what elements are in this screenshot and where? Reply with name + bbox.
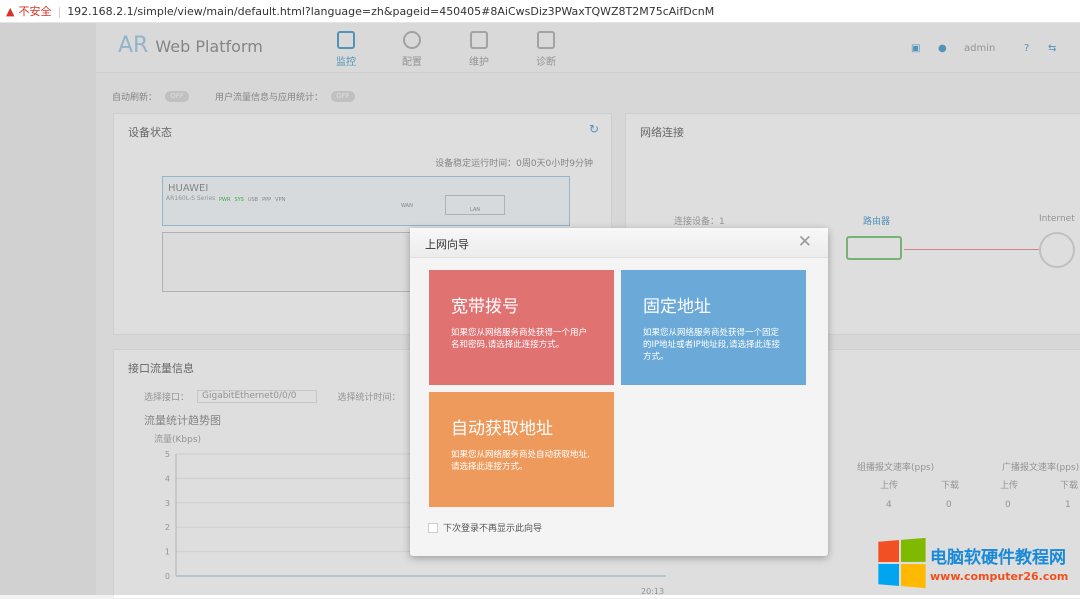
dialog-title: 上网向导 (425, 238, 469, 251)
card-title: 宽带拨号 (451, 297, 519, 317)
card-desc: 如果您从网络服务商处获得一个固定的IP地址或者IP地址段,请选择此连接方式。 (643, 328, 780, 362)
checkbox[interactable] (428, 522, 438, 533)
watermark: 电脑软硬件教程网 www.computer26.com (876, 537, 1069, 589)
static-ip-card[interactable]: 固定地址 如果您从网络服务商处获得一个固定的IP地址或者IP地址段,请选择此连接… (621, 270, 806, 385)
card-title: 固定地址 (643, 297, 711, 317)
url-text[interactable]: 192.168.2.1/simple/view/main/default.htm… (67, 5, 714, 18)
card-title: 自动获取地址 (451, 419, 553, 439)
address-bar[interactable]: ▲ 不安全 | 192.168.2.1/simple/view/main/def… (0, 0, 1080, 23)
dont-show-checkbox[interactable]: 下次登录不再显示此向导 (428, 521, 542, 534)
windows-logo (878, 537, 926, 589)
card-desc: 如果您从网络服务商处自动获取地址,请选择此连接方式。 (451, 450, 590, 472)
watermark-title: 电脑软硬件教程网 (930, 548, 1066, 568)
warning-icon: ▲ (6, 4, 15, 18)
watermark-url: www.computer26.com (930, 570, 1069, 583)
close-icon[interactable]: ✕ (798, 232, 812, 252)
pppoe-card[interactable]: 宽带拨号 如果您从网络服务商处获得一个用户名和密码,请选择此连接方式。 (429, 270, 614, 385)
security-label[interactable]: 不安全 (18, 3, 51, 19)
card-desc: 如果您从网络服务商处获得一个用户名和密码,请选择此连接方式。 (451, 328, 588, 350)
internet-wizard-dialog: 上网向导 ✕ 宽带拨号 如果您从网络服务商处获得一个用户名和密码,请选择此连接方… (410, 228, 828, 556)
dialog-header: 上网向导 ✕ (410, 228, 828, 258)
dhcp-card[interactable]: 自动获取地址 如果您从网络服务商处自动获取地址,请选择此连接方式。 (429, 392, 614, 507)
divider: | (57, 4, 62, 18)
checkbox-label: 下次登录不再显示此向导 (443, 524, 543, 534)
